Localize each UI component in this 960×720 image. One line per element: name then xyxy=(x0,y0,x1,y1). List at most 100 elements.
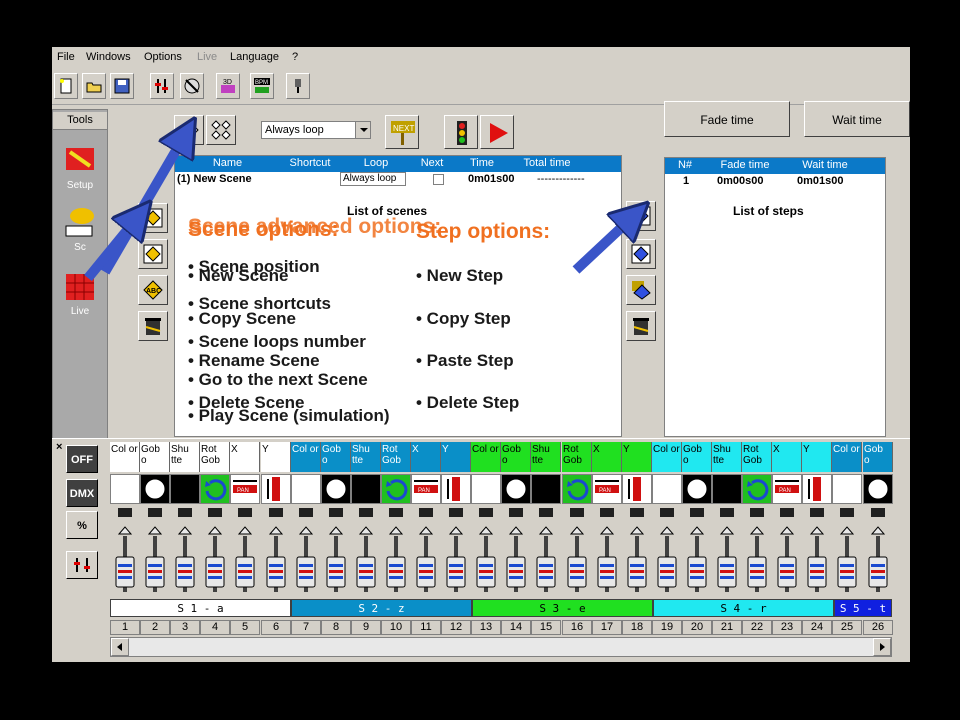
open-file-button[interactable] xyxy=(82,73,106,99)
off-button[interactable]: OFF xyxy=(66,445,98,473)
pan-icon[interactable]: PAN xyxy=(230,474,260,504)
col-time[interactable]: Time xyxy=(452,157,512,169)
fader-knob-3[interactable] xyxy=(175,556,195,593)
col-step-wait[interactable]: Wait time xyxy=(785,159,865,171)
channel-lock-2[interactable] xyxy=(148,508,162,517)
channel-lock-12[interactable] xyxy=(449,508,463,517)
gobo-circle-icon[interactable] xyxy=(682,474,712,504)
channel-lock-25[interactable] xyxy=(840,508,854,517)
copy-scene-button[interactable] xyxy=(138,239,168,269)
fader-knob-17[interactable] xyxy=(597,556,617,593)
shutter-icon[interactable] xyxy=(531,474,561,504)
step-wait-cell[interactable]: 0m01s00 xyxy=(797,175,844,187)
fader-knob-23[interactable] xyxy=(777,556,797,593)
scene-mode-button-2[interactable] xyxy=(206,115,236,145)
fader-knob-26[interactable] xyxy=(868,556,888,593)
scene-group-3[interactable]: S 3 - e xyxy=(472,599,653,617)
menu-help[interactable]: ? xyxy=(292,51,298,63)
horizontal-scrollbar[interactable] xyxy=(110,637,892,657)
channel-lock-9[interactable] xyxy=(359,508,373,517)
channel-lock-19[interactable] xyxy=(660,508,674,517)
fader-knob-25[interactable] xyxy=(837,556,857,593)
tilt-icon[interactable] xyxy=(802,474,832,504)
channel-lock-16[interactable] xyxy=(570,508,584,517)
tilt-icon[interactable] xyxy=(441,474,471,504)
delete-scene-button[interactable] xyxy=(138,311,168,341)
scene-name-cell[interactable]: (1) New Scene xyxy=(177,173,252,185)
fader-knob-8[interactable] xyxy=(326,556,346,593)
channel-lock-26[interactable] xyxy=(871,508,885,517)
color-swatch-icon[interactable] xyxy=(832,474,862,504)
play-scene-button[interactable] xyxy=(480,115,514,149)
channel-lock-7[interactable] xyxy=(299,508,313,517)
fade-time-button[interactable]: Fade time xyxy=(664,101,790,137)
col-step-number[interactable]: N# xyxy=(665,159,705,171)
fader-knob-15[interactable] xyxy=(536,556,556,593)
paste-step-button[interactable] xyxy=(626,275,656,305)
fader-knob-16[interactable] xyxy=(567,556,587,593)
step-number-cell[interactable]: 1 xyxy=(683,175,689,187)
loop-mode-select[interactable]: Always loop xyxy=(261,121,371,139)
tilt-icon[interactable] xyxy=(622,474,652,504)
channel-lock-14[interactable] xyxy=(509,508,523,517)
scene-mode-button-1[interactable] xyxy=(174,115,204,145)
shutter-icon[interactable] xyxy=(712,474,742,504)
close-icon[interactable]: × xyxy=(56,441,62,453)
menu-windows[interactable]: Windows xyxy=(86,51,131,63)
fader-knob-22[interactable] xyxy=(747,556,767,593)
tool-setup[interactable]: Setup xyxy=(53,144,107,191)
new-scene-button[interactable] xyxy=(138,203,168,233)
fader-knob-11[interactable] xyxy=(416,556,436,593)
faders-tool-button[interactable] xyxy=(150,73,174,99)
table-row[interactable]: 1 0m00s00 0m01s00 xyxy=(665,174,885,190)
channel-lock-22[interactable] xyxy=(750,508,764,517)
channel-lock-18[interactable] xyxy=(630,508,644,517)
scene-group-2[interactable]: S 2 - z xyxy=(291,599,472,617)
fader-knob-4[interactable] xyxy=(205,556,225,593)
fader-knob-5[interactable] xyxy=(235,556,255,593)
menu-file[interactable]: File xyxy=(57,51,75,63)
tool-live[interactable]: Live xyxy=(53,270,107,317)
delete-step-button[interactable] xyxy=(626,311,656,341)
no-tool-button[interactable] xyxy=(180,73,204,99)
channel-lock-4[interactable] xyxy=(208,508,222,517)
channel-lock-6[interactable] xyxy=(269,508,283,517)
channel-lock-17[interactable] xyxy=(600,508,614,517)
fader-knob-24[interactable] xyxy=(807,556,827,593)
pin-button[interactable] xyxy=(286,73,310,99)
bpm-button[interactable]: BPM xyxy=(250,73,274,99)
gobo-circle-icon[interactable] xyxy=(863,474,893,504)
gobo-circle-icon[interactable] xyxy=(140,474,170,504)
channel-lock-23[interactable] xyxy=(780,508,794,517)
channel-lock-21[interactable] xyxy=(720,508,734,517)
next-scene-button[interactable]: NEXT xyxy=(385,115,419,149)
channel-lock-15[interactable] xyxy=(539,508,553,517)
col-shortcut[interactable]: Shortcut xyxy=(280,157,340,169)
color-swatch-icon[interactable] xyxy=(652,474,682,504)
tilt-icon[interactable] xyxy=(261,474,291,504)
color-swatch-icon[interactable] xyxy=(110,474,140,504)
fader-knob-18[interactable] xyxy=(627,556,647,593)
pan-icon[interactable]: PAN xyxy=(411,474,441,504)
next-checkbox[interactable] xyxy=(433,174,444,185)
shutter-icon[interactable] xyxy=(170,474,200,504)
channel-lock-3[interactable] xyxy=(178,508,192,517)
menu-live[interactable]: Live xyxy=(197,51,217,63)
scene-group-4[interactable]: S 4 - r xyxy=(653,599,834,617)
tool-scenes[interactable]: Sc xyxy=(53,206,107,253)
table-row[interactable]: (1) New Scene Always loop 0m01s00 ------… xyxy=(175,172,621,188)
col-name[interactable]: Name xyxy=(175,157,280,169)
wait-time-button[interactable]: Wait time xyxy=(804,101,910,137)
copy-step-button[interactable] xyxy=(626,239,656,269)
fader-knob-19[interactable] xyxy=(657,556,677,593)
fader-knob-7[interactable] xyxy=(296,556,316,593)
chevron-down-icon[interactable] xyxy=(355,122,370,138)
step-fade-cell[interactable]: 0m00s00 xyxy=(717,175,764,187)
channel-lock-1[interactable] xyxy=(118,508,132,517)
col-step-fade[interactable]: Fade time xyxy=(705,159,785,171)
gobo-circle-icon[interactable] xyxy=(501,474,531,504)
fader-knob-9[interactable] xyxy=(356,556,376,593)
channel-lock-10[interactable] xyxy=(389,508,403,517)
scene-loop-select[interactable]: Always loop xyxy=(340,172,406,186)
pan-icon[interactable]: PAN xyxy=(592,474,622,504)
